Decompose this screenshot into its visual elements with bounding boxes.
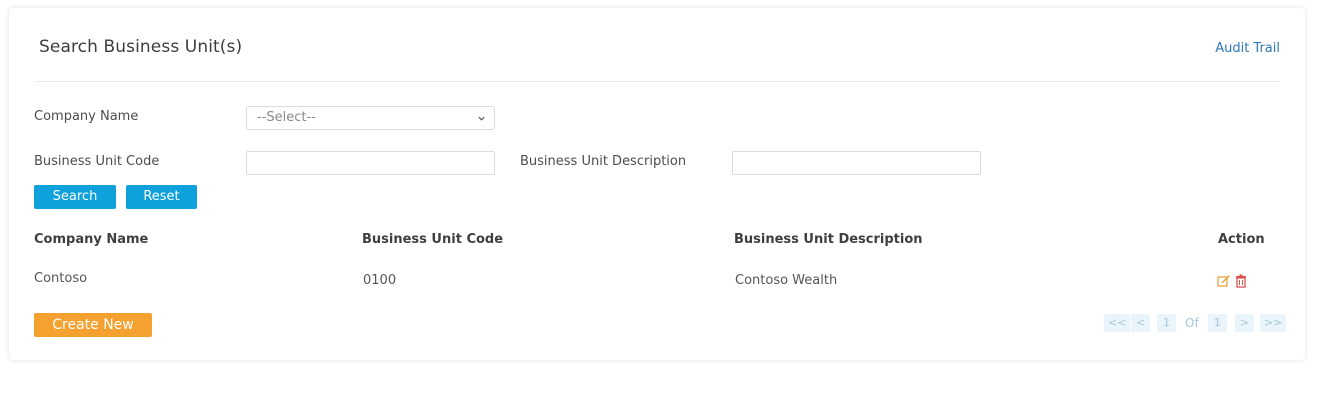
bu-description-label: Business Unit Description <box>520 154 687 169</box>
bu-description-input[interactable] <box>732 151 981 175</box>
bu-code-input[interactable] <box>246 151 495 175</box>
header-divider <box>34 81 1280 82</box>
create-new-button[interactable]: Create New <box>34 313 152 337</box>
reset-button[interactable]: Reset <box>126 185 197 209</box>
delete-icon[interactable] <box>1234 274 1248 288</box>
page-title: Search Business Unit(s) <box>39 37 243 57</box>
pagination-next-button[interactable]: > <box>1235 314 1254 332</box>
bu-code-label: Business Unit Code <box>34 154 160 169</box>
audit-trail-link[interactable]: Audit Trail <box>1215 41 1280 56</box>
column-header-bu-description: Business Unit Description <box>734 232 923 247</box>
company-name-label: Company Name <box>34 109 139 124</box>
pagination-of-label: Of <box>1185 316 1199 330</box>
search-button[interactable]: Search <box>34 185 116 209</box>
cell-company: Contoso <box>34 271 88 286</box>
cell-bu-description: Contoso Wealth <box>735 273 838 288</box>
pagination-total-pages: 1 <box>1208 314 1227 332</box>
pagination-last-button[interactable]: >> <box>1260 314 1287 332</box>
company-name-select-value: --Select-- <box>257 110 316 125</box>
pagination-prev-button[interactable]: < <box>1131 314 1150 332</box>
column-header-action: Action <box>1218 232 1265 247</box>
company-name-select[interactable]: --Select-- <box>246 106 495 130</box>
pagination-current-page[interactable]: 1 <box>1157 314 1176 332</box>
cell-bu-code: 0100 <box>363 273 397 288</box>
chevron-down-icon <box>478 116 485 121</box>
search-card: Search Business Unit(s) Audit Trail Comp… <box>9 8 1305 360</box>
column-header-company-name: Company Name <box>34 232 149 247</box>
column-header-bu-code: Business Unit Code <box>362 232 504 247</box>
pagination-first-button[interactable]: << <box>1104 314 1131 332</box>
edit-icon[interactable] <box>1217 274 1231 288</box>
